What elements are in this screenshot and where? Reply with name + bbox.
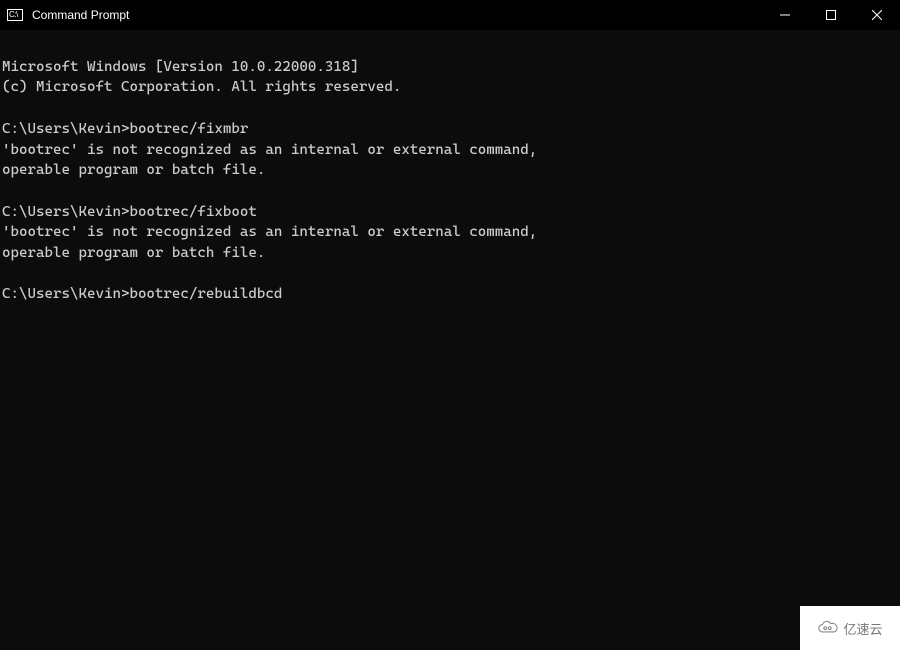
minimize-button[interactable]: [762, 0, 808, 30]
terminal-line: 'bootrec' is not recognized as an intern…: [2, 142, 537, 158]
maximize-icon: [826, 10, 836, 20]
terminal-line: operable program or batch file.: [2, 162, 265, 178]
terminal-line: operable program or batch file.: [2, 245, 265, 261]
window-title: Command Prompt: [30, 8, 762, 22]
window-titlebar: C:\ Command Prompt: [0, 0, 900, 30]
command-prompt-icon: C:\: [7, 9, 23, 21]
terminal-line: C:\Users\Kevin>bootrec/fixboot: [2, 204, 257, 220]
watermark-badge: 亿速云: [800, 606, 900, 650]
app-icon-wrap: C:\: [0, 9, 30, 21]
terminal-line: C:\Users\Kevin>bootrec/rebuildbcd: [2, 286, 282, 302]
terminal-output[interactable]: Microsoft Windows [Version 10.0.22000.31…: [0, 30, 900, 307]
terminal-line: (c) Microsoft Corporation. All rights re…: [2, 79, 401, 95]
close-icon: [872, 10, 882, 20]
terminal-line: 'bootrec' is not recognized as an intern…: [2, 224, 537, 240]
terminal-line: C:\Users\Kevin>bootrec/fixmbr: [2, 121, 248, 137]
cloud-icon: [817, 620, 839, 636]
window-controls: [762, 0, 900, 30]
watermark-label: 亿速云: [843, 619, 882, 638]
minimize-icon: [780, 10, 790, 20]
close-button[interactable]: [854, 0, 900, 30]
terminal-line: Microsoft Windows [Version 10.0.22000.31…: [2, 59, 359, 75]
maximize-button[interactable]: [808, 0, 854, 30]
